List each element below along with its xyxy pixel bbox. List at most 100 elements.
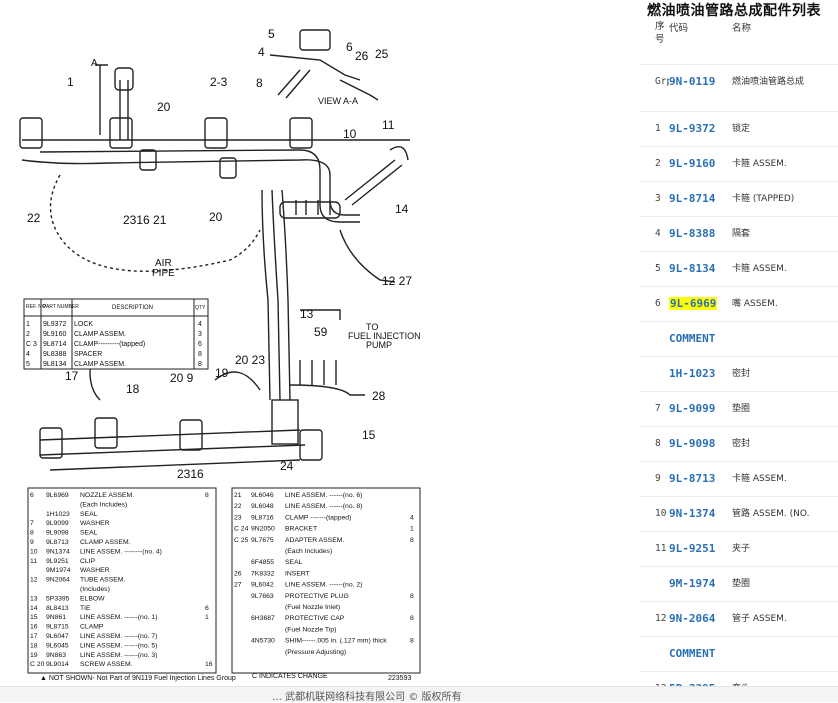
big-left-desc: TUBE ASSEM.	[80, 577, 125, 584]
big-right-qty: 8	[410, 593, 414, 600]
part-code-text[interactable]: 9L-9372	[669, 122, 715, 135]
part-code-text[interactable]: 9L-9251	[669, 542, 715, 555]
part-code-link[interactable]: 9L-9160	[669, 147, 732, 182]
parts-row[interactable]: 2 9L-9160 卡箍 ASSEM.	[640, 147, 838, 182]
part-code-text[interactable]: 9L-6969	[669, 297, 718, 310]
part-code-link[interactable]: 1H-1023	[669, 357, 732, 392]
row-seq	[640, 637, 669, 672]
parts-row[interactable]: 135P-3395弯头	[640, 672, 838, 686]
part-code-link[interactable]: 9L-9251	[669, 532, 732, 567]
small-row-desc: CLAMP ASSEM.	[74, 331, 126, 338]
callout-20-b: 20	[209, 210, 223, 224]
part-code-link[interactable]: 9M-1974	[669, 567, 732, 602]
parts-row[interactable]: 8 9L-9098 密封	[640, 427, 838, 462]
big-left-ref: 11	[30, 558, 37, 565]
parts-row[interactable]: 10 9N-1374 管路 ASSEM. (NO.	[640, 497, 838, 532]
big-left-desc: LINE ASSEM. ------(no. 3)	[80, 652, 157, 659]
part-code-link[interactable]: 9N-1374	[669, 497, 732, 532]
parts-row[interactable]: 4 9L-8388 隔套	[640, 217, 838, 252]
row-name: 卡箍 (TAPPED)	[732, 194, 795, 204]
big-right-qty: 1	[410, 526, 414, 533]
parts-row[interactable]: 1 9L-9372 锁定	[640, 112, 838, 147]
parts-row[interactable]: 9 9L-8713 卡箍 ASSEM.	[640, 462, 838, 497]
row-seq: 13	[640, 672, 669, 686]
parts-row[interactable]: Grp9N-0119 燃油喷油管路总成	[640, 65, 838, 112]
part-code-text[interactable]: 1H-1023	[669, 367, 715, 380]
part-code-link[interactable]: 9N-2064	[669, 602, 732, 637]
part-code-link[interactable]: 9L-8134	[669, 252, 732, 287]
comment-link[interactable]: COMMENT	[669, 637, 732, 672]
parts-row[interactable]: 9M-1974 垫圈	[640, 567, 838, 602]
big-right-part: 9L6048	[251, 503, 274, 510]
callout-6: 6	[346, 40, 353, 54]
parts-row[interactable]: COMMENT	[640, 322, 838, 357]
part-code-text[interactable]: 9N-0119	[669, 75, 715, 88]
big-right-ref: 26	[234, 570, 242, 577]
parts-row[interactable]: 11 9L-9251 夹子	[640, 532, 838, 567]
row-seq: 8	[655, 438, 661, 449]
part-code-text[interactable]: 9L-8388	[669, 227, 715, 240]
parts-row[interactable]: 5 9L-8134 卡箍 ASSEM.	[640, 252, 838, 287]
row-seq: 3	[655, 193, 661, 204]
part-code-text[interactable]: 9N-2064	[669, 612, 715, 625]
part-code-text[interactable]: COMMENT	[669, 647, 715, 660]
part-code-text[interactable]: 9L-9160	[669, 157, 715, 170]
bracket-shape	[271, 399, 299, 445]
row-seq: 5	[655, 263, 661, 274]
big-left-ref: 7	[30, 520, 34, 527]
parts-row[interactable]: 6 9L-6969 嘴 ASSEM.	[640, 287, 838, 322]
callout-4: 4	[258, 45, 265, 59]
big-right-ref: C 25	[234, 537, 249, 544]
part-code-text[interactable]: 9L-8134	[669, 262, 715, 275]
part-code-text[interactable]: 9M-1974	[669, 577, 715, 590]
part-code-link[interactable]: 9L-9372	[669, 112, 732, 147]
big-right-desc: (Fuel Nozzle Tip)	[285, 626, 336, 633]
parts-row[interactable]: 3 9L-8714 卡箍 (TAPPED)	[640, 182, 838, 217]
big-right-qty: 8	[410, 638, 414, 645]
part-code-text[interactable]: 9N-1374	[669, 507, 715, 520]
big-right-part: 9L6042	[251, 582, 274, 589]
part-code-link[interactable]: 5P-3395	[669, 672, 732, 686]
big-right-desc: (Pressure Adjusting)	[285, 649, 346, 656]
part-code-link[interactable]: 9L-9099	[669, 392, 732, 427]
parts-row[interactable]: 1H-1023 密封	[640, 357, 838, 392]
part-code-text[interactable]: COMMENT	[669, 332, 715, 345]
big-parts-table: 6 9L6969 NOZZLE ASSEM. 8 (Each Includes) 1H10…	[27, 487, 421, 682]
big-left-part: 9N861	[46, 614, 66, 621]
part-code-link[interactable]: 9L-6969	[669, 287, 732, 322]
big-left-ref: 8	[30, 530, 34, 537]
parts-row[interactable]: COMMENT	[640, 637, 838, 672]
big-left-part: 9N863	[46, 652, 66, 659]
part-code-text[interactable]: 9L-9098	[669, 437, 715, 450]
part-code-link[interactable]: 9L-9098	[669, 427, 732, 462]
part-code-link[interactable]: 9N-0119	[669, 65, 732, 112]
part-code-text[interactable]: 9L-9099	[669, 402, 715, 415]
big-left-part: 1H1023	[46, 511, 70, 518]
small-table-qty-header: QTY	[195, 305, 206, 311]
row-seq	[640, 357, 669, 392]
parts-row[interactable]: 12 9N-2064 管子 ASSEM.	[640, 602, 838, 637]
big-right-part: 7K8332	[251, 570, 275, 577]
part-code-text[interactable]: 9L-8713	[669, 472, 715, 485]
callout-20-a: 20	[157, 100, 171, 114]
part-code-link[interactable]: 9L-8714	[669, 182, 732, 217]
parts-list-panel: 燃油喷油管路总成配件列表 序号 代码 名称 Grp9N-0119 燃油喷油管路总成…	[640, 0, 838, 686]
parts-row[interactable]: 7 9L-9099 垫圈	[640, 392, 838, 427]
part-code-link[interactable]: 9L-8713	[669, 462, 732, 497]
big-right-part: 6H3687	[251, 615, 275, 622]
comment-link[interactable]: COMMENT	[669, 322, 732, 357]
big-left-part: 9L9099	[46, 520, 69, 527]
part-code-text[interactable]: 9L-8714	[669, 192, 715, 205]
big-right-desc: LINE ASSEM. ------(no. 6)	[285, 492, 362, 499]
small-row-desc: LOCK	[74, 321, 93, 328]
small-row-qty: 3	[198, 331, 202, 338]
small-row-qty: 4	[198, 321, 202, 328]
row-name: 隔套	[732, 229, 751, 239]
big-left-desc: (Each Includes)	[80, 501, 127, 508]
big-left-part: 9N2064	[46, 577, 70, 584]
row-seq: 11	[655, 543, 667, 554]
big-right-part: 9L7663	[251, 593, 274, 600]
pump-label: PUMP	[366, 340, 392, 350]
part-code-link[interactable]: 9L-8388	[669, 217, 732, 252]
big-right-part: 9L6046	[251, 492, 274, 499]
